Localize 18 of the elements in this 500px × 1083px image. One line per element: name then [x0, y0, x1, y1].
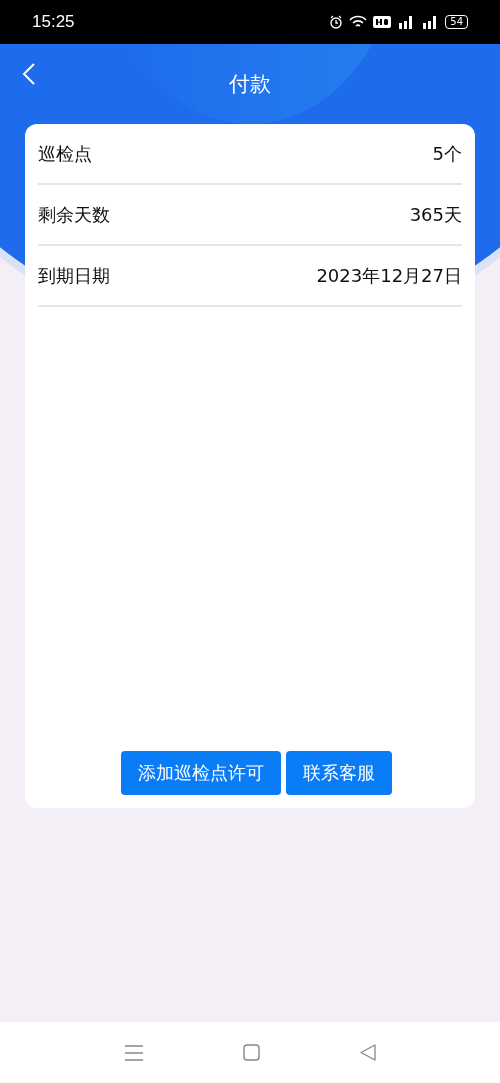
wifi-icon — [349, 15, 368, 29]
info-label: 到期日期 — [38, 263, 110, 288]
action-button[interactable]: 添加巡检点许可 — [120, 751, 281, 795]
status-time: 15:25 — [32, 12, 75, 32]
back-icon[interactable] — [359, 1044, 376, 1061]
info-label: 巡检点 — [38, 141, 92, 166]
alarm-icon — [329, 15, 344, 29]
battery-level: 54 — [445, 15, 468, 29]
info-value: 2023年12月27日 — [316, 263, 462, 288]
page-title: 付款 — [229, 71, 271, 98]
action-button[interactable]: 联系客服 — [285, 751, 392, 795]
info-value: 5个 — [432, 141, 462, 166]
info-value: 365天 — [409, 202, 462, 227]
back-button[interactable] — [22, 62, 36, 86]
menu-icon[interactable] — [124, 1043, 143, 1062]
info-label: 剩余天数 — [38, 202, 110, 227]
home-icon[interactable] — [242, 1044, 260, 1061]
hd-icon — [373, 16, 392, 28]
